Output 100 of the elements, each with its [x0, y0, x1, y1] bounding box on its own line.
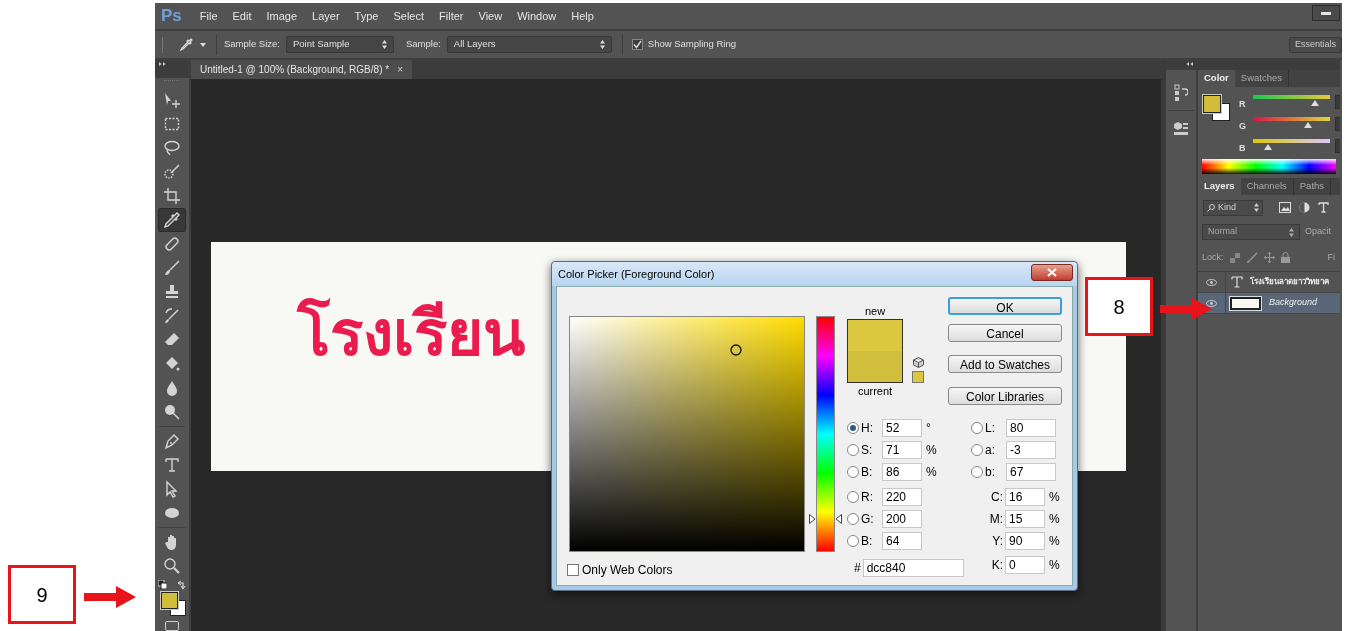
- dropdown-value: Point Sample: [293, 37, 350, 52]
- hue-slider[interactable]: [808, 316, 843, 552]
- radio-button[interactable]: [847, 535, 859, 547]
- workspace-button[interactable]: Essentials: [1288, 36, 1342, 53]
- input-field[interactable]: 220: [882, 488, 922, 506]
- panel-tab[interactable]: Channels: [1240, 178, 1294, 195]
- menu-item[interactable]: View: [478, 7, 503, 25]
- input-field[interactable]: 86: [882, 463, 922, 481]
- menu-item[interactable]: Image: [266, 7, 298, 25]
- dropdown[interactable]: Point Sample: [286, 36, 394, 53]
- unit-label: %: [926, 464, 937, 481]
- input-field[interactable]: 71: [882, 441, 922, 459]
- input-field[interactable]: 16: [1005, 488, 1045, 506]
- slider-track[interactable]: [1253, 139, 1330, 143]
- zoom-icon: [163, 557, 181, 575]
- filter-dropdown[interactable]: Kind: [1203, 199, 1263, 216]
- menu-item[interactable]: Layer: [312, 7, 340, 25]
- hue-slider-thumb[interactable]: [809, 513, 842, 524]
- current-color-swatch[interactable]: [848, 351, 902, 382]
- layer-name[interactable]: โรงเรียนลาดยาววิทยาค: [1250, 276, 1329, 288]
- minimize-button[interactable]: [1312, 5, 1340, 21]
- quick-mask-button[interactable]: [165, 621, 179, 631]
- brush-icon: [163, 259, 181, 277]
- input-field[interactable]: -3: [1006, 441, 1056, 459]
- layer-row[interactable]: Background: [1198, 293, 1340, 314]
- slider-label: G: [1239, 120, 1247, 133]
- input-field[interactable]: 64: [882, 532, 922, 550]
- panel-tab[interactable]: Paths: [1293, 178, 1332, 195]
- brush-icon: [1245, 251, 1258, 264]
- input-field[interactable]: 90: [1005, 532, 1045, 550]
- field-label: S:: [861, 442, 874, 459]
- menu-item[interactable]: Type: [354, 7, 379, 25]
- updown-arrow-icon: [1289, 227, 1294, 237]
- checkbox-label: Only Web Colors: [582, 562, 673, 579]
- document-tab[interactable]: Untitled-1 @ 100% (Background, RGB/8) * ×: [191, 60, 412, 79]
- panel-tab[interactable]: Layers: [1198, 178, 1241, 195]
- radio-button[interactable]: [847, 491, 859, 503]
- menu-item[interactable]: Filter: [439, 7, 464, 25]
- collapse-icon: [1186, 62, 1193, 66]
- radio-button[interactable]: [971, 422, 983, 434]
- dialog-button[interactable]: Add to Swatches: [948, 355, 1062, 373]
- radio-button[interactable]: [847, 444, 859, 456]
- pen-nib-icon: [163, 432, 181, 450]
- menu-item[interactable]: Window: [517, 7, 557, 25]
- tool-button[interactable]: [158, 208, 186, 232]
- slider-track[interactable]: [1253, 95, 1330, 99]
- menu-item[interactable]: Select: [393, 7, 425, 25]
- field-label: #: [854, 560, 861, 577]
- history-icon: [1174, 84, 1188, 102]
- input-field[interactable]: dcc840: [862, 559, 964, 577]
- input-field[interactable]: 80: [1006, 419, 1056, 437]
- field-label: Y:: [991, 533, 1003, 550]
- color-field[interactable]: [569, 316, 805, 552]
- checkbox[interactable]: [631, 39, 643, 50]
- field-label: Sample:: [406, 37, 441, 52]
- web-safe-swatch[interactable]: [912, 371, 924, 383]
- radio-button[interactable]: [971, 466, 983, 478]
- brush-icon: [163, 163, 181, 181]
- grip-icon: [161, 36, 164, 53]
- close-button[interactable]: [1031, 263, 1073, 281]
- radio-button[interactable]: [847, 466, 859, 478]
- adjustment-filter-icon: [1299, 202, 1310, 213]
- radio-button[interactable]: [847, 513, 859, 525]
- menu-item[interactable]: Help: [571, 7, 594, 25]
- input-field[interactable]: 52: [882, 419, 922, 437]
- default-colors-icon: [158, 580, 167, 589]
- input-field[interactable]: 0: [1005, 556, 1045, 574]
- menu-item[interactable]: File: [199, 7, 218, 25]
- panel-tab[interactable]: Swatches: [1234, 70, 1289, 87]
- layer-row[interactable]: โรงเรียนลาดยาววิทยาค: [1198, 272, 1340, 293]
- slider-label: R: [1239, 98, 1247, 111]
- menu-item[interactable]: Edit: [232, 7, 252, 25]
- panel-tab[interactable]: Color: [1198, 70, 1235, 87]
- checkbox[interactable]: [567, 564, 579, 576]
- unit-label: °: [926, 420, 931, 437]
- dialog-button[interactable]: Cancel: [948, 324, 1062, 342]
- dialog-button[interactable]: OK: [948, 297, 1062, 315]
- field-label: B:: [861, 533, 874, 550]
- dropdown[interactable]: All Layers: [446, 36, 612, 53]
- expand-icon: [159, 62, 166, 66]
- updown-arrow-icon: [599, 40, 605, 49]
- unit-label: %: [1049, 489, 1060, 506]
- updown-arrow-icon: [382, 40, 387, 49]
- field-label: B:: [861, 464, 874, 481]
- layer-name[interactable]: Background: [1269, 296, 1318, 310]
- radio-button[interactable]: [847, 422, 859, 434]
- updown-arrow-icon: [1254, 203, 1259, 212]
- foreground-color-swatch[interactable]: [1203, 95, 1221, 113]
- input-field[interactable]: 67: [1006, 463, 1056, 481]
- blend-mode-dropdown[interactable]: Normal: [1202, 224, 1300, 240]
- slider-track[interactable]: [1253, 117, 1330, 121]
- color-spectrum[interactable]: [1202, 159, 1336, 174]
- foreground-color-swatch[interactable]: [161, 592, 178, 609]
- close-tab-button[interactable]: ×: [397, 62, 403, 77]
- input-field[interactable]: 15: [1005, 510, 1045, 528]
- input-field[interactable]: 200: [882, 510, 922, 528]
- radio-button[interactable]: [971, 444, 983, 456]
- dialog-button[interactable]: Color Libraries: [948, 387, 1062, 405]
- dropdown-value: Normal: [1208, 225, 1237, 239]
- callout-label: 8: [1085, 277, 1153, 336]
